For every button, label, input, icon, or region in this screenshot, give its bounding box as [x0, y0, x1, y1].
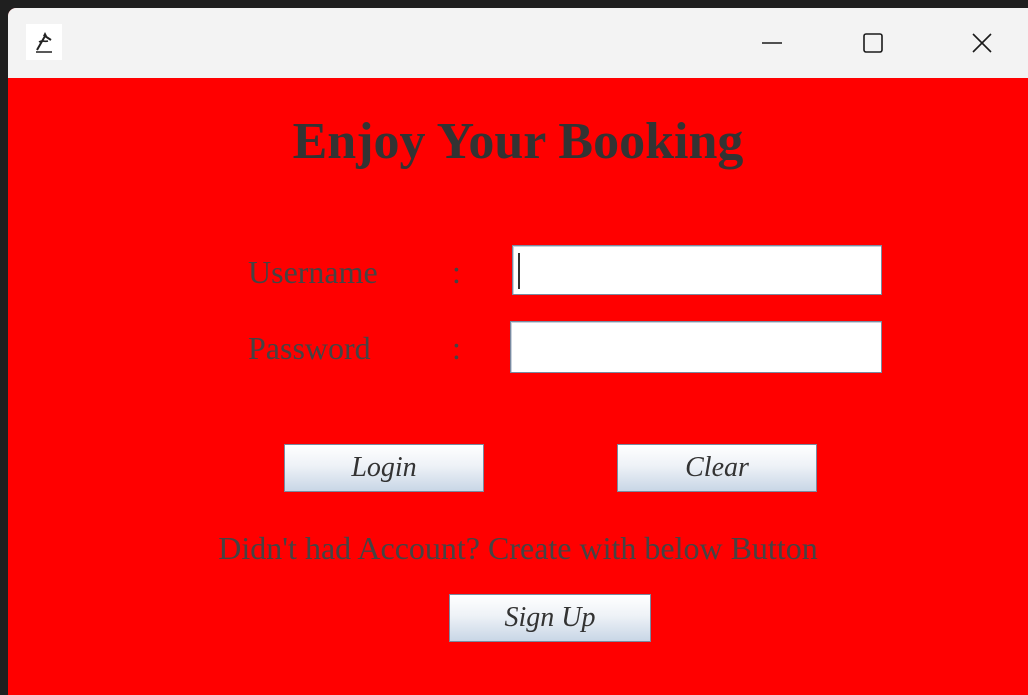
- password-field[interactable]: [510, 321, 882, 373]
- login-panel: Enjoy Your Booking Username : Password :…: [8, 78, 1028, 695]
- maximize-icon: [863, 33, 883, 53]
- clear-button[interactable]: Clear: [617, 444, 817, 492]
- java-app-icon: [26, 24, 62, 60]
- close-icon: [972, 33, 992, 53]
- sign-up-button[interactable]: Sign Up: [449, 594, 651, 642]
- minimize-icon: [762, 42, 782, 44]
- close-button[interactable]: [954, 8, 1010, 78]
- app-window: Enjoy Your Booking Username : Password :…: [8, 8, 1028, 695]
- signup-hint: Didn't had Account? Create with below Bu…: [218, 530, 818, 566]
- page-title: Enjoy Your Booking: [292, 113, 744, 170]
- maximize-button[interactable]: [845, 8, 901, 78]
- password-colon: :: [452, 330, 461, 366]
- username-label: Username: [248, 254, 378, 290]
- username-colon: :: [452, 254, 461, 290]
- login-button[interactable]: Login: [284, 444, 484, 492]
- minimize-button[interactable]: [744, 8, 800, 78]
- password-label: Password: [248, 330, 371, 366]
- username-field[interactable]: [512, 245, 882, 295]
- text-caret: [518, 253, 520, 289]
- title-bar[interactable]: [8, 8, 1028, 78]
